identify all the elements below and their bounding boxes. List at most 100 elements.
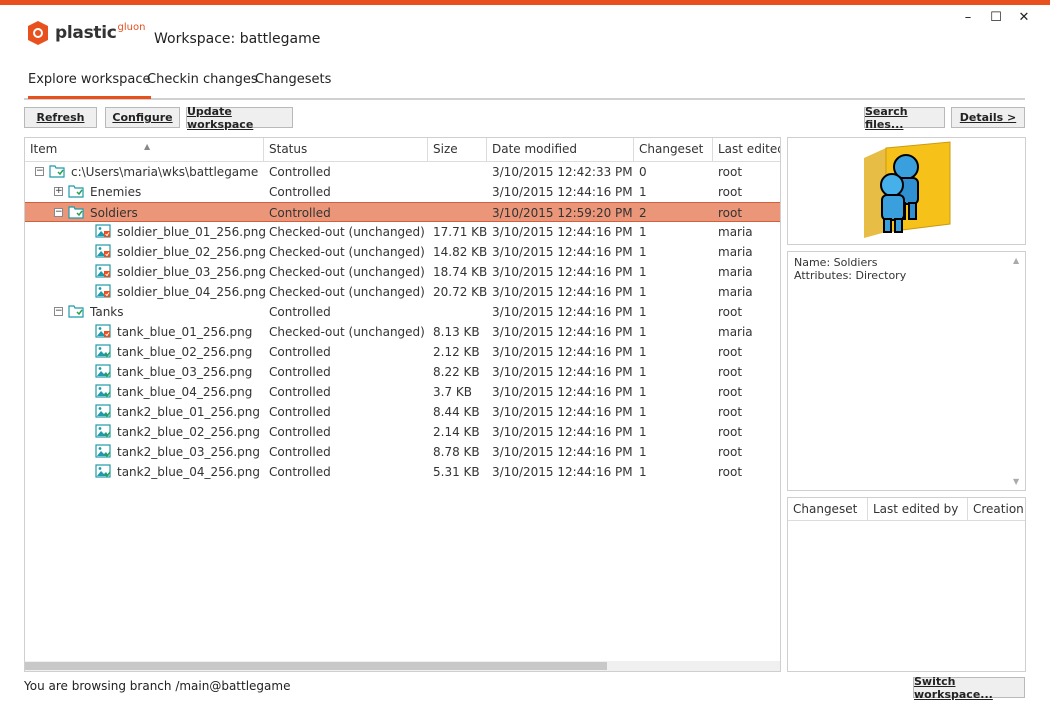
table-row[interactable]: soldier_blue_03_256.png Checked-out (unch… [25,262,780,282]
cell-date-modified: 3/10/2015 12:44:16 PM [492,385,633,399]
collapse-icon[interactable]: − [35,167,44,176]
logo-text: plastic [55,23,117,43]
table-row[interactable]: tank_blue_01_256.png Checked-out (unchang… [25,322,780,342]
cell-item-name: tank_blue_04_256.png [117,385,253,399]
details-button[interactable]: Details > [951,107,1025,128]
cell-date-modified: 3/10/2015 12:44:16 PM [492,365,633,379]
table-row[interactable]: tank_blue_04_256.png Controlled 3.7 KB 3/10… [25,382,780,402]
cell-changeset: 1 [639,325,647,339]
checked-out-image-file-icon [95,244,111,258]
cell-status: Checked-out (unchanged) [269,265,425,279]
table-row[interactable]: soldier_blue_01_256.png Checked-out (unch… [25,222,780,242]
table-row[interactable]: tank2_blue_02_256.png Controlled 2.14 KB 3/… [25,422,780,442]
expand-icon[interactable]: + [54,187,63,196]
history-column-last-edited-by[interactable]: Last edited by [868,498,968,521]
cell-size: 3.7 KB [433,385,472,399]
cell-status: Controlled [269,305,331,319]
maximize-button[interactable]: ☐ [984,8,1008,26]
cell-item-name: tank2_blue_02_256.png [117,425,261,439]
cell-status: Controlled [269,365,331,379]
cell-item-name: tank_blue_03_256.png [117,365,253,379]
cell-status: Controlled [269,385,331,399]
table-row[interactable]: tank2_blue_04_256.png Controlled 5.31 KB 3/… [25,462,780,482]
checked-out-image-file-icon [95,324,111,338]
minimize-button[interactable]: – [956,8,980,26]
cell-date-modified: 3/10/2015 12:44:16 PM [492,425,633,439]
collapse-icon[interactable]: − [54,307,63,316]
table-row[interactable]: − Soldiers Controlled 3/10/2015 12:59:20 PM… [25,202,780,222]
image-file-icon [95,364,111,378]
switch-workspace-button[interactable]: Switch workspace... [913,675,1025,701]
horizontal-scrollbar[interactable] [25,661,780,671]
cell-last-edited: root [718,206,743,220]
column-header-item[interactable]: Item ▲ [25,138,264,161]
cell-date-modified: 3/10/2015 12:44:16 PM [492,225,633,239]
cell-status: Checked-out (unchanged) [269,245,425,259]
grid-header: Item ▲ Status Size Date modified Changes… [25,138,780,162]
column-header-changeset[interactable]: Changeset [634,138,713,161]
app-logo: plastic gluon [25,20,145,46]
column-header-date-modified[interactable]: Date modified [487,138,634,161]
image-file-icon [95,404,111,418]
cell-last-edited: root [718,185,743,199]
cell-changeset: 1 [639,465,647,479]
cell-last-edited: root [718,305,743,319]
table-row[interactable]: tank2_blue_03_256.png Controlled 8.78 KB 3/… [25,442,780,462]
column-header-last-edited[interactable]: Last edited [713,138,780,161]
cell-size: 8.78 KB [433,445,480,459]
column-header-size[interactable]: Size [428,138,487,161]
cell-status: Controlled [269,425,331,439]
table-row[interactable]: tank_blue_02_256.png Controlled 2.12 KB 3/1… [25,342,780,362]
table-row[interactable]: tank2_blue_01_256.png Controlled 8.44 KB 3/… [25,402,780,422]
properties-scrollbar[interactable]: ▲ ▼ [1013,256,1023,486]
folder-icon [68,305,84,318]
collapse-icon[interactable]: − [54,208,63,217]
refresh-button[interactable]: Refresh [24,107,97,128]
cell-item-name: tank_blue_02_256.png [117,345,253,359]
tab-explore-workspace[interactable]: Explore workspace [28,72,151,99]
image-file-icon [95,384,111,398]
cell-size: 14.82 KB [433,245,488,259]
configure-button[interactable]: Configure [105,107,180,128]
tab-changesets[interactable]: Changesets [255,72,331,96]
cell-last-edited: root [718,445,743,459]
plastic-logo-icon [28,21,48,45]
table-row[interactable]: − c:\Users\maria\wks\battlegame Controlled… [25,162,780,182]
scroll-up-icon[interactable]: ▲ [1013,256,1019,265]
search-files-button[interactable]: Search files... [864,105,945,131]
cell-size: 17.71 KB [433,225,488,239]
table-row[interactable]: + Enemies Controlled 3/10/2015 12:44:16 PM 1… [25,182,780,202]
checked-out-image-file-icon [95,284,111,298]
table-row[interactable]: soldier_blue_04_256.png Checked-out (unch… [25,282,780,302]
history-column-creation-date[interactable]: Creation date [968,498,1025,521]
properties-panel: Name: Soldiers Attributes: Directory ▲ ▼ [787,251,1026,491]
table-row[interactable]: soldier_blue_02_256.png Checked-out (unch… [25,242,780,262]
cell-item-name: tank2_blue_04_256.png [117,465,261,479]
column-header-status[interactable]: Status [264,138,428,161]
soldiers-folder-preview-icon [864,141,951,238]
horizontal-scrollbar-thumb[interactable] [25,662,607,670]
cell-changeset: 1 [639,305,647,319]
properties-attributes: Attributes: Directory [794,269,907,282]
cell-size: 8.13 KB [433,325,480,339]
cell-size: 8.44 KB [433,405,480,419]
update-workspace-button[interactable]: Update workspace [186,105,293,131]
image-file-icon [95,444,111,458]
cell-size: 2.14 KB [433,425,480,439]
tab-checkin-changes[interactable]: Checkin changes [147,72,258,96]
cell-changeset: 1 [639,285,647,299]
properties-name: Name: Soldiers [794,256,878,269]
cell-item-name: tank2_blue_01_256.png [117,405,261,419]
cell-date-modified: 3/10/2015 12:44:16 PM [492,345,633,359]
cell-size: 20.72 KB [433,285,488,299]
cell-item-name: tank_blue_01_256.png [117,325,253,339]
history-column-changeset[interactable]: Changeset [788,498,868,521]
workspace-explorer-grid: Item ▲ Status Size Date modified Changes… [24,137,781,672]
cell-changeset: 0 [639,165,647,179]
scroll-down-icon[interactable]: ▼ [1013,477,1019,486]
table-row[interactable]: tank_blue_03_256.png Controlled 8.22 KB 3/1… [25,362,780,382]
table-row[interactable]: − Tanks Controlled 3/10/2015 12:44:16 PM 1 ro… [25,302,780,322]
cell-last-edited: root [718,465,743,479]
close-button[interactable]: ✕ [1012,8,1036,26]
cell-changeset: 1 [639,345,647,359]
